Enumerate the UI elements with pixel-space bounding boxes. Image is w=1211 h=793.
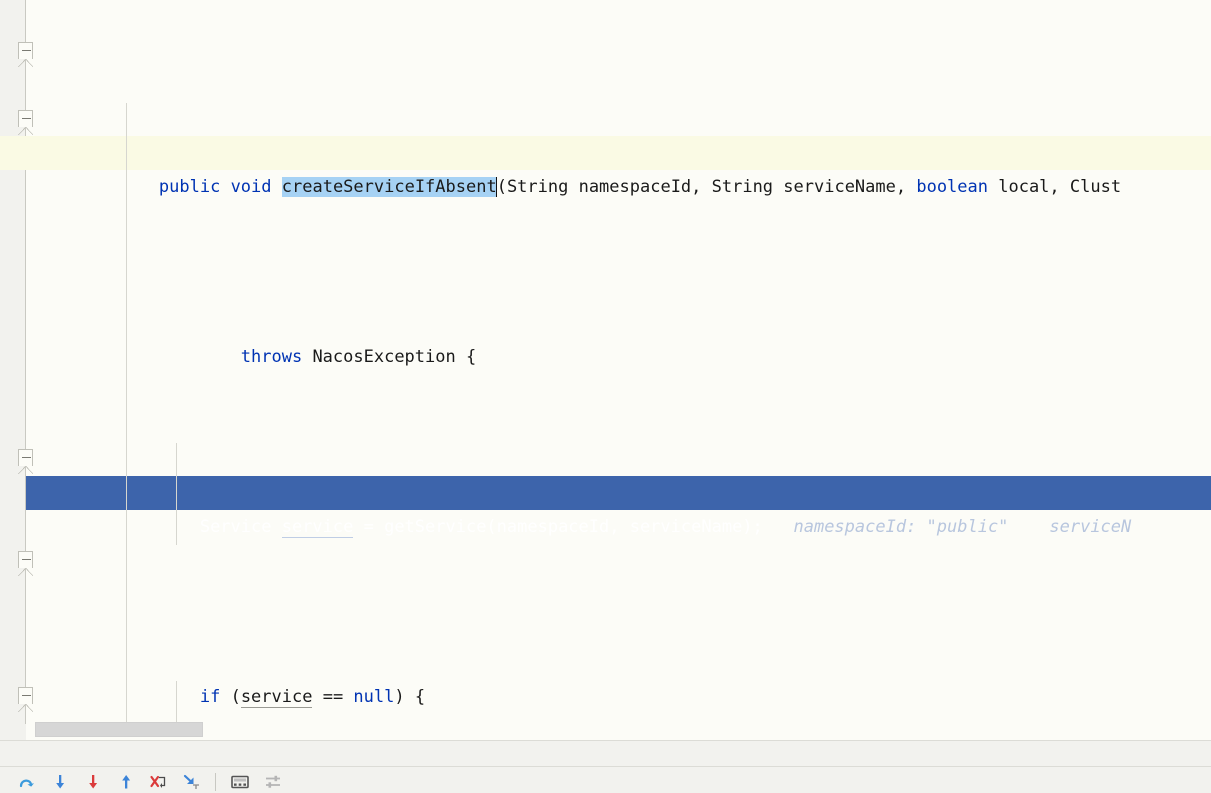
fold-marker-if-block[interactable] (18, 110, 33, 135)
sliders-icon (265, 775, 280, 788)
code-line-throws[interactable]: throws NacosException { (0, 306, 1211, 367)
step-out-icon (121, 775, 130, 789)
step-over-button[interactable] (10, 771, 43, 793)
step-into-icon (55, 775, 64, 789)
toolbar-icon-divider (215, 773, 216, 791)
settings-button[interactable] (256, 771, 289, 793)
toolbar-separator-left (0, 766, 205, 767)
step-over-icon (19, 779, 34, 788)
editor-horizontal-scrollbar[interactable] (26, 722, 1211, 738)
editor-horizontal-scrollbar-thumb[interactable] (35, 722, 203, 737)
step-out-button[interactable] (109, 771, 142, 793)
step-into-button[interactable] (43, 771, 76, 793)
debugger-editor-window: public void createServiceIfAbsent(String… (0, 0, 1211, 793)
calculator-icon (230, 775, 249, 789)
fold-marker-inner[interactable] (18, 551, 33, 576)
force-step-into-button[interactable] (76, 771, 109, 793)
debugger-toolbar (0, 740, 1211, 793)
drop-frame-button[interactable] (142, 771, 175, 793)
fold-marker-method[interactable] (18, 42, 33, 67)
fold-marker-local-block[interactable] (18, 687, 33, 712)
run-to-cursor-icon (183, 774, 199, 789)
indent-guide-1 (126, 103, 127, 724)
toolbar-separator-right (205, 766, 1211, 767)
drop-frame-icon (150, 775, 166, 788)
run-to-cursor-button[interactable] (175, 771, 208, 793)
code-text-layer[interactable]: public void createServiceIfAbsent(String… (0, 0, 1211, 740)
fold-marker-cluster-block[interactable] (18, 449, 33, 474)
force-step-into-icon (88, 775, 97, 789)
code-line-current-execution[interactable]: Service service = getService(namespaceId… (0, 476, 1211, 538)
code-line-method-declaration[interactable]: public void createServiceIfAbsent(String… (0, 136, 1211, 197)
code-editor[interactable]: public void createServiceIfAbsent(String… (0, 0, 1211, 740)
code-line-if-service-null[interactable]: if (service == null) { (0, 646, 1211, 708)
evaluate-expression-button[interactable] (223, 771, 256, 793)
